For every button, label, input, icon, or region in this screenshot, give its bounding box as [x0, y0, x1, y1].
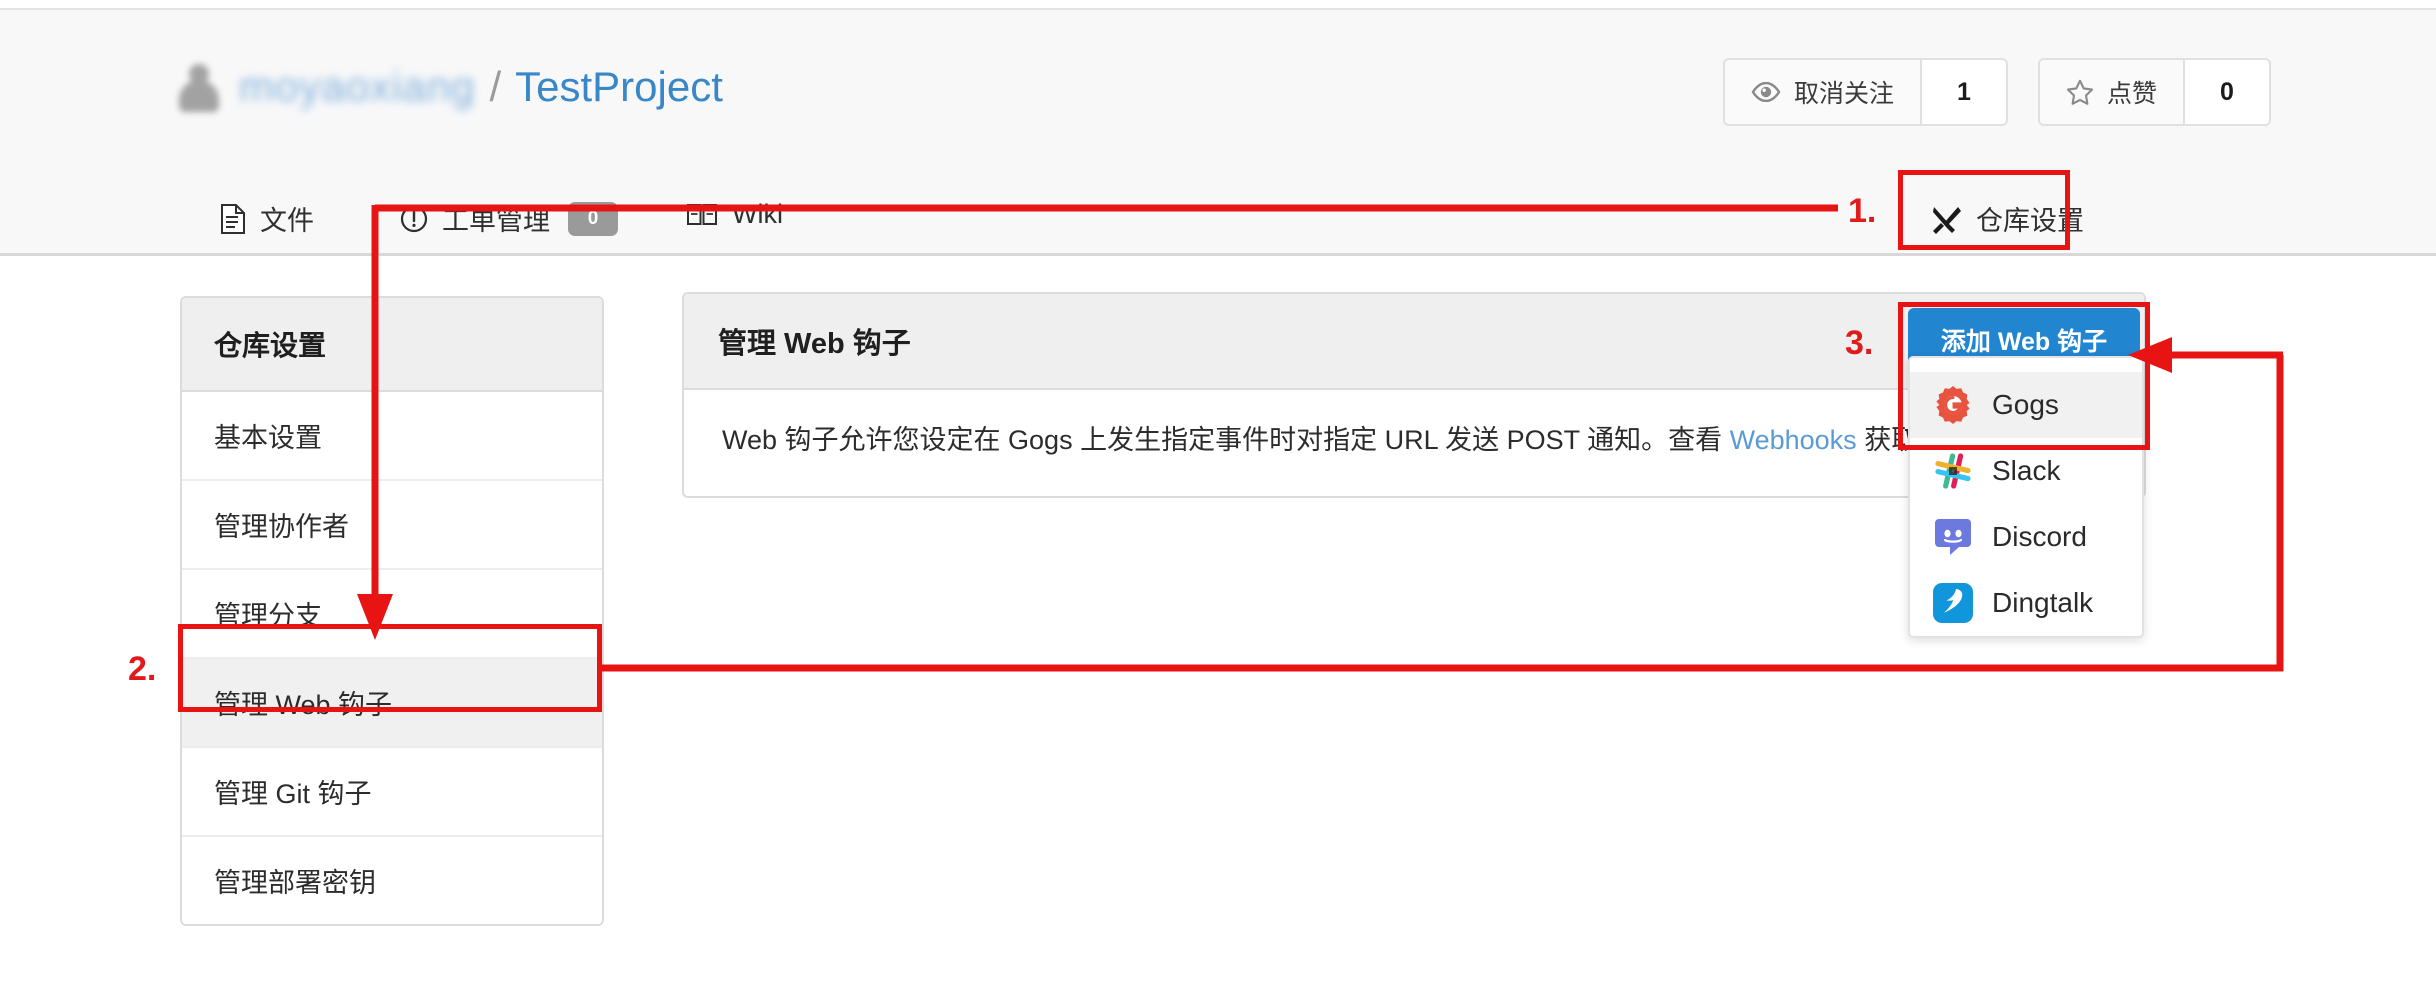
settings-sidebar-header: 仓库设置	[182, 298, 602, 392]
slack-icon	[1932, 450, 1974, 492]
star-button-group[interactable]: 点赞 0	[2037, 58, 2271, 126]
discord-icon	[1932, 516, 1974, 558]
star-button[interactable]: 点赞	[2039, 60, 2183, 124]
menu-item-gogs[interactable]: Gogs	[1910, 372, 2142, 438]
sidebar-item-collaborators[interactable]: 管理协作者	[182, 481, 602, 570]
screenshot-root: moyaoxiang / TestProject 取消关注 1 点赞 0 文件 …	[0, 0, 2436, 998]
eye-icon	[1751, 81, 1781, 103]
repo-header-actions: 取消关注 1 点赞 0	[1722, 58, 2271, 126]
repo-header-band: moyaoxiang / TestProject 取消关注 1 点赞 0 文件 …	[0, 8, 2436, 256]
sidebar-item-basic-settings[interactable]: 基本设置	[182, 392, 602, 481]
repo-nav-tabs: 文件 工单管理 0 Wiki 仓库设置	[0, 185, 2436, 265]
dingtalk-icon	[1932, 582, 1974, 624]
issues-count-badge: 0	[568, 201, 618, 236]
watch-button[interactable]: 取消关注	[1724, 60, 1920, 124]
book-icon	[686, 202, 718, 228]
sidebar-item-wiki[interactable]: Wiki	[686, 199, 783, 230]
star-icon	[2066, 79, 2094, 106]
watch-count: 1	[1919, 60, 2006, 124]
issue-icon	[400, 205, 428, 233]
sidebar-item-webhooks[interactable]: 管理 Web 钩子	[182, 659, 602, 748]
settings-sidebar: 仓库设置 基本设置 管理协作者 管理分支 管理 Web 钩子 管理 Git 钩子…	[180, 296, 604, 926]
tab-files-label: 文件	[260, 206, 314, 236]
menu-item-dingtalk[interactable]: Dingtalk	[1910, 570, 2142, 636]
sidebar-item-branches[interactable]: 管理分支	[182, 570, 602, 659]
menu-item-dingtalk-label: Dingtalk	[1992, 587, 2094, 618]
add-webhook-dropdown: 添加 Web 钩子 Gogs Slack Discord Dingtalk	[1908, 308, 2144, 638]
tab-wiki-label: Wiki	[732, 199, 783, 229]
gogs-icon	[1932, 384, 1974, 426]
menu-item-slack-label: Slack	[1992, 455, 2061, 486]
file-icon	[220, 203, 246, 234]
repo-title: moyaoxiang / TestProject	[175, 62, 723, 112]
owner-avatar	[175, 62, 223, 112]
watch-button-label: 取消关注	[1793, 80, 1894, 108]
webhooks-doc-link[interactable]: Webhooks	[1730, 425, 1857, 455]
menu-item-slack[interactable]: Slack	[1910, 438, 2142, 504]
sidebar-item-repo-settings[interactable]: 仓库设置	[1930, 199, 2084, 238]
menu-item-gogs-label: Gogs	[1992, 389, 2059, 420]
tab-settings-label: 仓库设置	[1976, 206, 2084, 236]
star-button-label: 点赞	[2106, 80, 2157, 108]
sidebar-item-deploy-keys[interactable]: 管理部署密钥	[182, 837, 602, 924]
tab-issues-label: 工单管理	[442, 206, 550, 236]
menu-item-discord[interactable]: Discord	[1910, 504, 2142, 570]
menu-item-discord-label: Discord	[1992, 521, 2087, 552]
tools-icon	[1930, 204, 1962, 234]
repo-name-link[interactable]: TestProject	[515, 66, 723, 108]
sidebar-item-files[interactable]: 文件	[220, 199, 314, 238]
description-text-before: Web 钩子允许您设定在 Gogs 上发生指定事件时对指定 URL 发送 POS…	[722, 425, 1730, 455]
sidebar-item-issues[interactable]: 工单管理 0	[400, 199, 618, 238]
sidebar-item-git-hooks[interactable]: 管理 Git 钩子	[182, 748, 602, 837]
breadcrumb-separator: /	[489, 63, 502, 110]
repo-owner-name[interactable]: moyaoxiang	[239, 66, 475, 108]
webhook-type-menu: Gogs Slack Discord Dingtalk	[1908, 356, 2144, 638]
star-count: 0	[2183, 60, 2269, 124]
watch-button-group[interactable]: 取消关注 1	[1722, 58, 2008, 126]
